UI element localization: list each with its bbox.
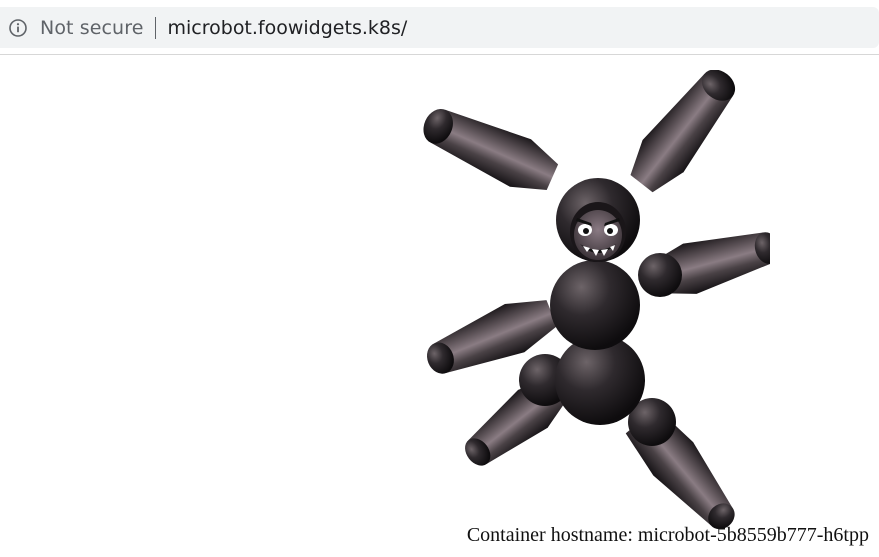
- container-hostname-text: Container hostname: microbot-5b8559b777-…: [466, 524, 869, 546]
- upper-body: [550, 260, 640, 350]
- info-circle-icon[interactable]: [8, 18, 28, 38]
- address-bar[interactable]: Not secure microbot.foowidgets.k8s/: [0, 7, 879, 48]
- browser-toolbar: Not secure microbot.foowidgets.k8s/: [0, 0, 879, 55]
- upper-left-arm: [423, 108, 559, 190]
- upper-right-arm: [630, 70, 736, 193]
- address-separator: [154, 16, 156, 39]
- url-text[interactable]: microbot.foowidgets.k8s/: [168, 17, 408, 39]
- robot-face: [570, 202, 626, 262]
- microbot-robot-illustration: [423, 70, 770, 530]
- security-status-label[interactable]: Not secure: [40, 17, 144, 39]
- right-arm-joint: [638, 253, 682, 297]
- page-content: Container hostname: microbot-5b8559b777-…: [0, 55, 879, 557]
